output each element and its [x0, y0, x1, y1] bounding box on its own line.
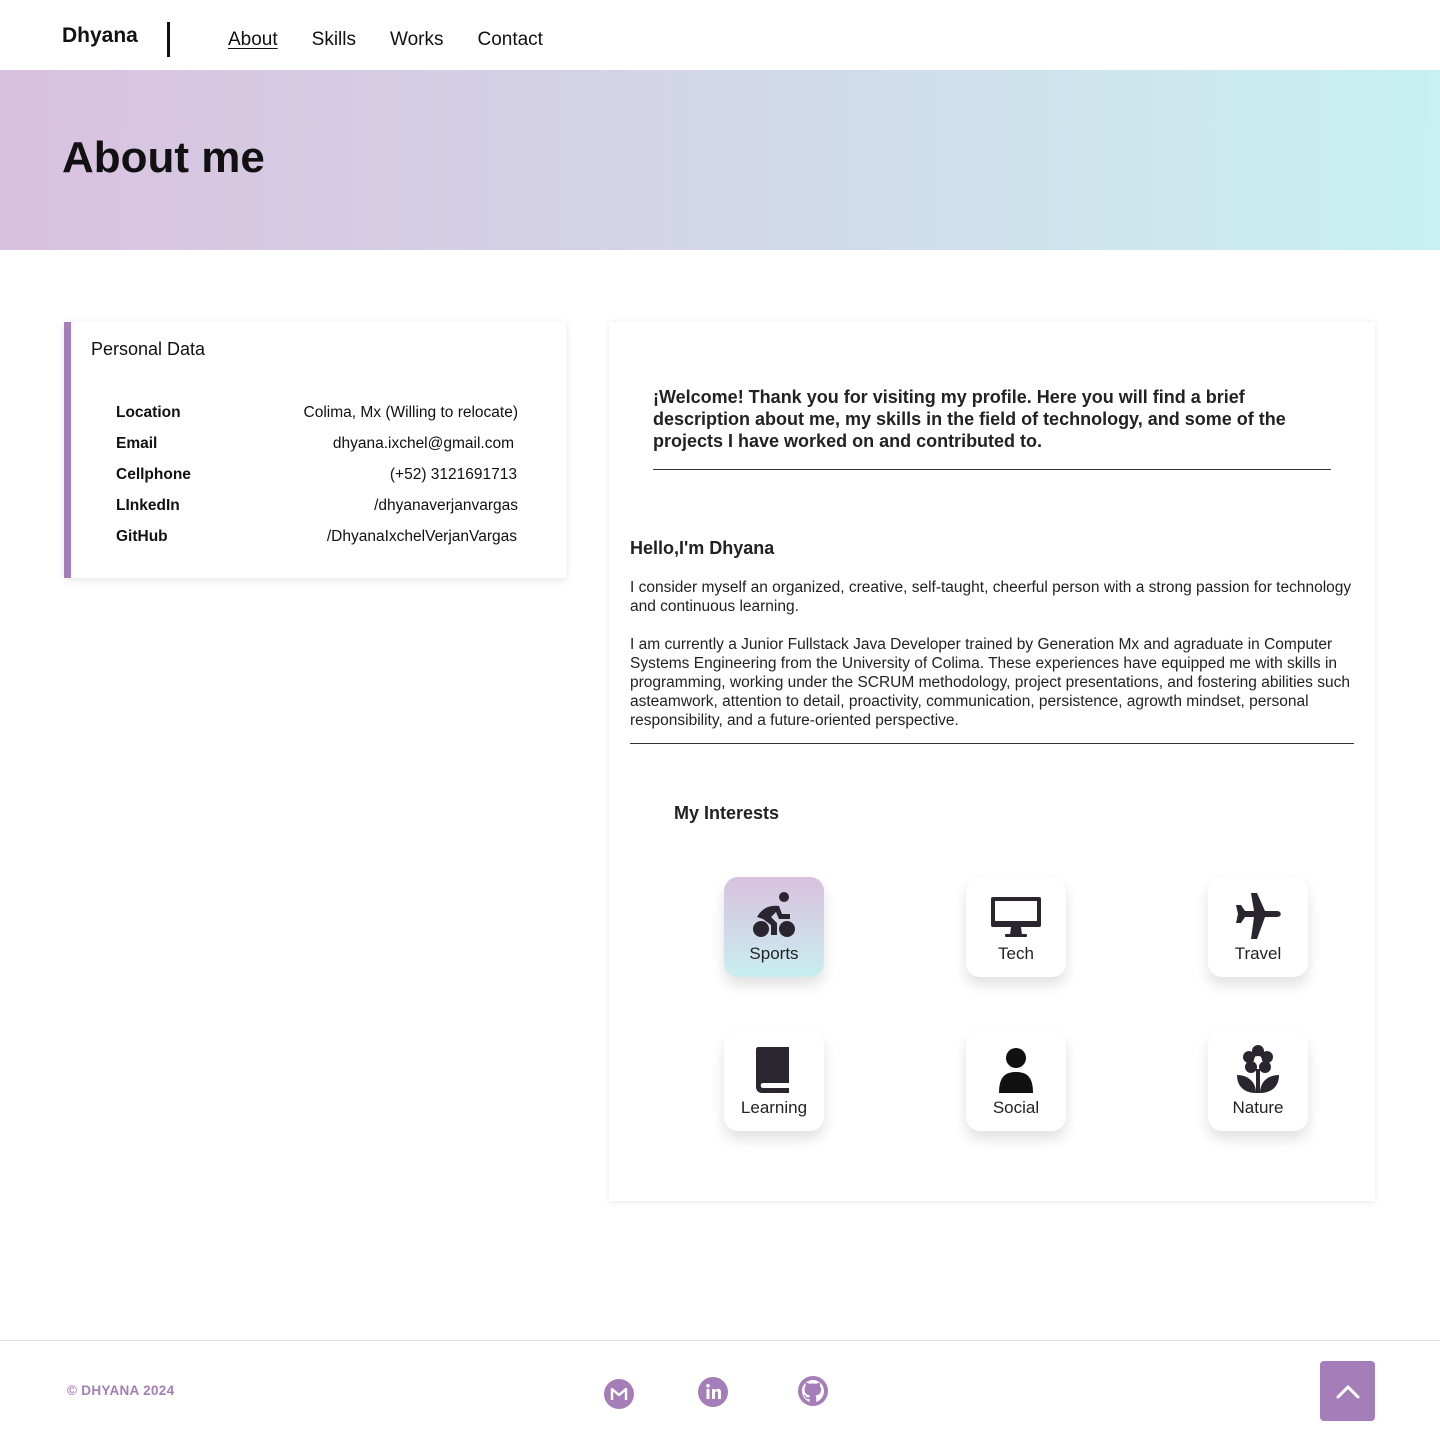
interest-tile-nature[interactable]: Nature [1208, 1031, 1308, 1131]
interest-label: Learning [740, 1098, 808, 1117]
email-link[interactable]: dhyana.ixchel@gmail.com [333, 435, 514, 453]
flower-icon [1237, 1045, 1279, 1093]
divider [653, 469, 1331, 470]
interest-label: Tech [998, 944, 1034, 963]
about-card: ¡Welcome! Thank you for visiting my prof… [609, 322, 1375, 1201]
interest-tile-tech[interactable]: Tech [966, 877, 1066, 977]
linkedin-link[interactable]: /dhyanaverjanvargas [374, 497, 518, 515]
plane-icon [1236, 893, 1281, 939]
footer: © DHYANA 2024 [0, 1340, 1440, 1440]
linkedin-icon[interactable] [697, 1376, 729, 1408]
back-to-top-button[interactable] [1320, 1361, 1375, 1421]
bicycle-icon [753, 892, 795, 937]
personal-data-card: Personal Data Location Colima, Mx (Willi… [64, 322, 566, 578]
personal-row-github: GitHub /DhyanaIxchelVerjanVargas [116, 528, 517, 550]
nav-links: About Skills Works Contact [228, 29, 543, 51]
row-value: Colima, Mx (Willing to relocate) [303, 404, 518, 421]
row-value: (+52) 3121691713 [389, 466, 517, 483]
interest-tile-learning[interactable]: Learning [724, 1031, 824, 1131]
nav-link-skills[interactable]: Skills [312, 29, 356, 51]
github-icon[interactable] [797, 1375, 829, 1407]
gmail-icon[interactable] [603, 1378, 635, 1410]
row-label: Location [116, 404, 181, 421]
book-icon [756, 1047, 789, 1093]
personal-data-title: Personal Data [91, 339, 206, 359]
top-navbar: Dhyana About Skills Works Contact [0, 0, 1440, 70]
hero-banner: About me [0, 70, 1440, 250]
user-icon [999, 1048, 1033, 1093]
nav-link-about[interactable]: About [228, 29, 278, 51]
about-paragraph-1: I consider myself an organized, creative… [630, 579, 1352, 615]
interest-label: Social [992, 1098, 1040, 1117]
interest-tile-travel[interactable]: Travel [1208, 877, 1308, 977]
copyright: © DHYANA 2024 [67, 1383, 175, 1398]
brand-divider [167, 22, 170, 57]
hello-heading: Hello,I'm Dhyana [630, 538, 775, 558]
desktop-icon [991, 897, 1041, 937]
row-label: LInkedIn [116, 497, 180, 514]
row-label: GitHub [116, 528, 168, 545]
personal-row-location: Location Colima, Mx (Willing to relocate… [116, 404, 518, 426]
personal-row-email: Email dhyana.ixchel@gmail.com [116, 435, 516, 457]
interest-tile-social[interactable]: Social [966, 1031, 1066, 1131]
row-label: Cellphone [116, 466, 191, 483]
personal-row-linkedin: LInkedIn /dhyanaverjanvargas [116, 497, 518, 519]
row-label: Email [116, 435, 158, 452]
nav-link-works[interactable]: Works [390, 29, 443, 51]
divider [630, 743, 1354, 744]
interests-title: My Interests [674, 803, 780, 823]
interest-label: Travel [1234, 944, 1282, 963]
personal-row-cellphone: Cellphone (+52) 3121691713 [116, 466, 517, 488]
nav-link-contact[interactable]: Contact [477, 29, 542, 51]
brand-logo[interactable]: Dhyana [62, 24, 138, 48]
chevron-up-icon [1336, 1385, 1360, 1399]
interest-label: Nature [1232, 1098, 1284, 1117]
github-link[interactable]: /DhyanaIxchelVerjanVargas [327, 528, 517, 546]
page-title: About me [62, 133, 265, 182]
welcome-text: ¡Welcome! Thank you for visiting my prof… [653, 387, 1286, 451]
about-paragraph-2: I am currently a Junior Fullstack Java D… [630, 636, 1350, 729]
interest-tile-sports[interactable]: Sports [724, 877, 824, 977]
interest-label: Sports [749, 944, 799, 963]
